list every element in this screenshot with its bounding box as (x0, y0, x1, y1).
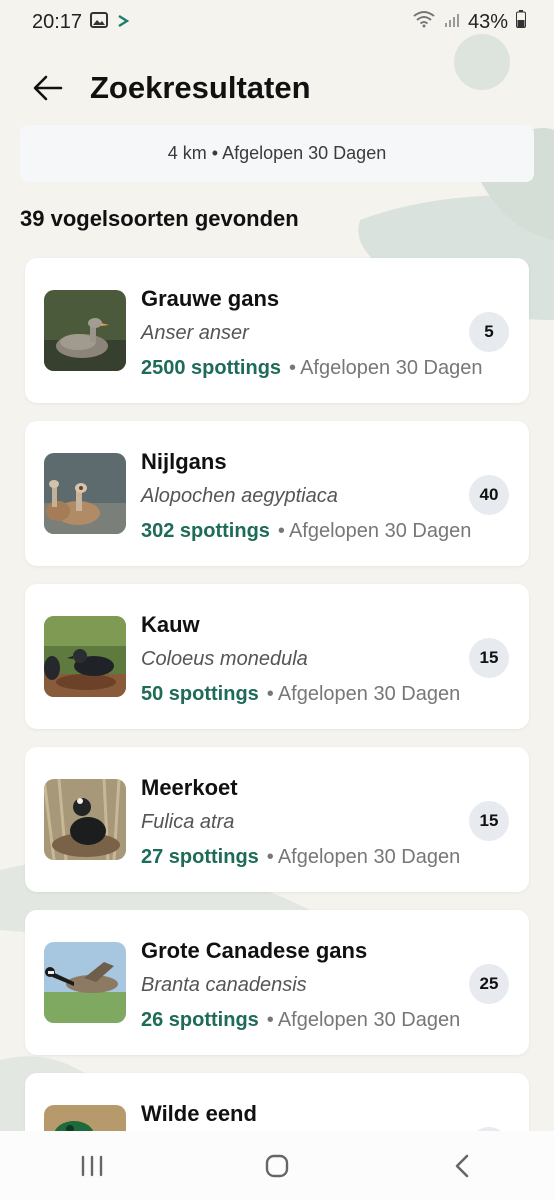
period-label: Afgelopen 30 Dagen (300, 357, 483, 379)
back-arrow-icon[interactable] (18, 58, 78, 118)
bird-meta: 26 spottings • Afgelopen 30 Dagen (141, 1009, 460, 1032)
bird-card[interactable]: Kauw Coloeus monedula 50 spottings • Afgel… (25, 584, 529, 729)
bird-thumbnail (44, 942, 126, 1023)
spottings-count: 26 spottings (141, 1009, 259, 1031)
count-badge: 40 (469, 475, 509, 515)
period-label: Afgelopen 30 Dagen (277, 1009, 461, 1031)
bird-name: Grauwe gans (141, 286, 280, 311)
status-bar: 20:17 43% (0, 0, 554, 44)
bird-card[interactable]: Grote Canadese gans Branta canadensis 26… (25, 910, 529, 1055)
bird-latin-name: Fulica atra (141, 811, 235, 833)
bird-meta: 2500 spottings • Afgelopen 30 Dagen (141, 357, 482, 380)
count-badge: 15 (469, 801, 509, 841)
bird-thumbnail (44, 453, 126, 534)
bird-card[interactable]: Grauwe gans Anser anser 2500 spottings • A… (25, 258, 529, 403)
bird-latin-name: Alopochen aegyptiaca (141, 485, 338, 507)
separator-dot: • (266, 846, 274, 868)
bird-thumbnail (44, 616, 126, 697)
bird-name: Wilde eend (141, 1101, 257, 1126)
period-label: Afgelopen 30 Dagen (277, 683, 461, 705)
bird-name: Nijlgans (141, 449, 227, 474)
count-badge: 15 (469, 638, 509, 678)
arrow-icon (116, 11, 130, 34)
bird-latin-name: Coloeus monedula (141, 648, 308, 670)
period-label: Afgelopen 30 Dagen (277, 846, 461, 868)
battery-percentage: 43% (467, 10, 508, 33)
separator-dot: • (266, 683, 274, 705)
back-icon[interactable] (427, 1141, 497, 1191)
spottings-count: 50 spottings (141, 683, 259, 705)
bird-meta: 302 spottings • Afgelopen 30 Dagen (141, 520, 471, 543)
separator-dot: • (289, 357, 297, 379)
image-icon (90, 11, 109, 34)
count-badge: 25 (469, 964, 509, 1004)
spottings-count: 302 spottings (141, 520, 270, 542)
page-title: Zoekresultaten (90, 70, 311, 105)
system-nav-bar (0, 1131, 554, 1200)
bird-latin-name: Branta canadensis (141, 974, 307, 996)
bird-meta: 27 spottings • Afgelopen 30 Dagen (141, 846, 460, 869)
count-badge: 5 (469, 312, 509, 352)
bird-thumbnail (44, 779, 126, 860)
bird-card[interactable]: Nijlgans Alopochen aegyptiaca 302 spotti… (25, 421, 529, 566)
separator-dot: • (266, 1009, 274, 1031)
bird-name: Grote Canadese gans (141, 938, 368, 963)
bird-thumbnail (44, 290, 126, 371)
separator-dot: • (277, 520, 285, 542)
spottings-count: 2500 spottings (141, 357, 282, 379)
battery-icon (516, 10, 526, 34)
bird-meta: 50 spottings • Afgelopen 30 Dagen (141, 683, 460, 706)
bird-card[interactable]: Meerkoet Fulica atra 27 spottings • Afgelo… (25, 747, 529, 892)
spottings-count: 27 spottings (141, 846, 259, 868)
recents-icon[interactable] (57, 1141, 127, 1191)
period-label: Afgelopen 30 Dagen (288, 520, 472, 542)
bird-name: Kauw (141, 612, 200, 637)
bird-latin-name: Anser anser (141, 322, 249, 344)
wifi-icon (412, 10, 436, 34)
bird-name: Meerkoet (141, 775, 238, 800)
filter-summary[interactable]: 4 km • Afgelopen 30 Dagen (20, 125, 534, 182)
signal-icon (444, 11, 460, 34)
status-time: 20:17 (32, 10, 83, 33)
home-icon[interactable] (242, 1141, 312, 1191)
app-header: Zoekresultaten (0, 58, 554, 118)
results-count: 39 vogelsoorten gevonden (20, 206, 299, 231)
